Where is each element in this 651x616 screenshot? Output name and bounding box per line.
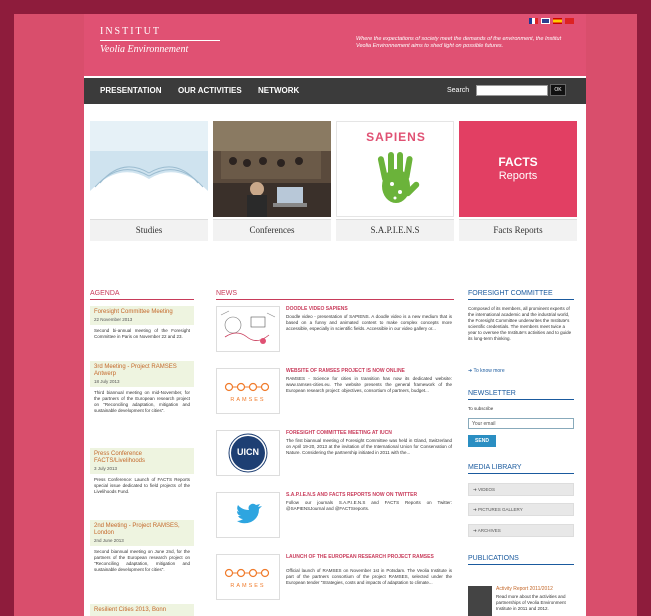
main-nav: PRESENTATION OUR ACTIVITIES NETWORK Sear…: [84, 78, 586, 104]
newsletter-email-input[interactable]: Your email: [468, 418, 574, 429]
news-thumb-doodle[interactable]: [216, 306, 280, 352]
facts-image: FACTS Reports: [459, 121, 577, 217]
foresight-more-label: To know more: [473, 368, 505, 374]
agenda-item-desc: Press Conference: Launch of FACTS Report…: [94, 477, 190, 494]
media-videos-label: VIDEOS: [478, 487, 496, 492]
agenda-item-title[interactable]: 2nd Meeting - Project RAMSES, London: [94, 523, 190, 537]
tile-label-studies: Studies: [90, 219, 208, 241]
foresight-text: Composed of its members, all prominent e…: [468, 306, 572, 341]
ramses-logo-text: RAMSES: [230, 397, 266, 403]
agenda-item[interactable]: Press Conference FACTS/Livelihoods 3 July…: [90, 448, 194, 498]
news-item-body: The first biannual meeting of Foresight …: [286, 438, 452, 455]
media-videos-button[interactable]: ➜ VIDEOS: [468, 483, 574, 496]
studies-image: [90, 121, 208, 217]
tile-label-sapiens: S.A.P.I.E.N.S: [336, 219, 454, 241]
conferences-image: [213, 121, 331, 217]
media-pictures-label: PICTURES GALLERY: [478, 507, 523, 512]
agenda-item-title[interactable]: Foresight Committee Meeting: [94, 309, 190, 316]
agenda-item-desc: Third biannual meeting on mid-November, …: [94, 390, 190, 413]
news-thumb-ramses-launch[interactable]: RAMSES: [216, 554, 280, 600]
media-pictures-button[interactable]: ➜ PICTURES GALLERY: [468, 503, 574, 516]
news-item-body: Follow our journals S.A.P.I.E.N.S and FA…: [286, 500, 452, 511]
news-item-title[interactable]: DOODLE VIDEO SAPIENS: [286, 306, 452, 312]
agenda-item-date: 2nd June 2013: [94, 538, 124, 543]
media-archives-label: ARCHIVES: [477, 528, 501, 533]
news-item-body: RAMSES - Science for cities in transitio…: [286, 376, 452, 393]
agenda-item[interactable]: 2nd Meeting - Project RAMSES, London 2nd …: [90, 520, 194, 576]
news-thumb-iucn[interactable]: UICN: [216, 430, 280, 476]
tile-sapiens[interactable]: SAPIENS S.A.P.I.E.N.S: [336, 121, 454, 241]
news-item-body: Official launch of RAMSES on November 1s…: [286, 568, 452, 585]
tile-studies[interactable]: Studies: [90, 121, 208, 241]
logo[interactable]: INSTITUT Veolia Environnement: [100, 26, 220, 55]
agenda-item-date: 3 July 2013: [94, 466, 118, 471]
flag-icon-cn[interactable]: [565, 18, 574, 24]
header: INSTITUT Veolia Environnement Where the …: [84, 14, 586, 76]
publication-title[interactable]: Activity Report 2011/2012: [496, 586, 553, 592]
facts-logo-line2: Reports: [498, 170, 538, 182]
news-item-title[interactable]: LAUNCH OF THE EUROPEAN RESEARCH PROJECT …: [286, 554, 452, 560]
tile-label-conferences: Conferences: [213, 219, 331, 241]
facts-logo-line1: FACTS: [498, 155, 538, 169]
tile-conferences[interactable]: Conferences: [213, 121, 331, 241]
agenda-item-desc: Second biannual meeting on June 2nd, for…: [94, 549, 190, 572]
logo-line2: Veolia Environnement: [100, 44, 189, 55]
media-archives-button[interactable]: ➜ ARCHIVES: [468, 524, 574, 537]
news-item-title[interactable]: S.A.P.I.E.N.S AND FACTS REPORTS NOW ON T…: [286, 492, 452, 498]
agenda-item-title[interactable]: Press Conference FACTS/Livelihoods: [94, 451, 190, 465]
foresight-title: FORESIGHT COMMITTEE: [468, 290, 574, 300]
agenda-item-date: 18 July 2013: [94, 379, 120, 384]
nav-item-network[interactable]: NETWORK: [258, 86, 299, 95]
tile-label-facts-reports: Facts Reports: [459, 219, 577, 241]
agenda-title: AGENDA: [90, 290, 194, 300]
agenda-item-title[interactable]: 3rd Meeting - Project RAMSES Antwerp: [94, 364, 190, 378]
newsletter-title: NEWSLETTER: [468, 390, 574, 400]
newsletter-send-button[interactable]: SEND: [468, 435, 496, 447]
publications-title: PUBLICATIONS: [468, 555, 574, 565]
news-item-body: Doodle video - presentation of SAPIENS. …: [286, 314, 452, 331]
flag-icon-gb[interactable]: [541, 18, 550, 24]
publication-cover[interactable]: [468, 586, 492, 616]
nav-item-presentation[interactable]: PRESENTATION: [100, 86, 161, 95]
media-library-title: MEDIA LIBRARY: [468, 464, 574, 474]
agenda-item[interactable]: Resilient Cities 2013, Bonn: [90, 604, 194, 616]
agenda-item[interactable]: Foresight Committee Meeting 22 November 2…: [90, 306, 194, 343]
news-thumb-ramses[interactable]: RAMSES: [216, 368, 280, 414]
twitter-icon[interactable]: [216, 492, 280, 538]
tile-facts-reports[interactable]: FACTS Reports Facts Reports: [459, 121, 577, 241]
agenda-item[interactable]: 3rd Meeting - Project RAMSES Antwerp 18 J…: [90, 361, 194, 417]
logo-line1: INSTITUT: [100, 26, 161, 37]
news-title: NEWS: [216, 290, 454, 300]
nav-item-our-activities[interactable]: OUR ACTIVITIES: [178, 86, 242, 95]
page: INSTITUT Veolia Environnement Where the …: [84, 14, 586, 616]
search-label: Search: [447, 87, 470, 94]
news-item-title[interactable]: FORESIGHT COMMITTEE MEETING AT IUCN: [286, 430, 452, 436]
news-item-title[interactable]: WEBSITE OF RAMSES PROJECT IS NOW ONLINE: [286, 368, 452, 374]
tagline: Where the expectations of society meet t…: [356, 36, 562, 49]
flag-icon-fr[interactable]: [529, 18, 538, 24]
foresight-more-link[interactable]: ➜ To know more: [468, 368, 505, 374]
logo-divider: [100, 40, 220, 41]
iucn-logo-text: UICN: [237, 447, 259, 457]
publication-text: Read more about the activities and partn…: [496, 594, 566, 611]
newsletter-label: To subscribe: [468, 406, 494, 411]
language-flags: [529, 18, 574, 24]
search-input[interactable]: [476, 85, 548, 96]
flag-icon-es[interactable]: [553, 18, 562, 24]
agenda-item-title[interactable]: Resilient Cities 2013, Bonn: [94, 607, 190, 614]
sapiens-image: SAPIENS: [336, 121, 454, 217]
ramses-logo-text: RAMSES: [230, 583, 266, 589]
search-button[interactable]: OK: [550, 84, 566, 96]
agenda-item-date: 22 November 2013: [94, 317, 133, 322]
agenda-item-desc: Second bi-annual meeting of the Foresigh…: [94, 328, 190, 339]
